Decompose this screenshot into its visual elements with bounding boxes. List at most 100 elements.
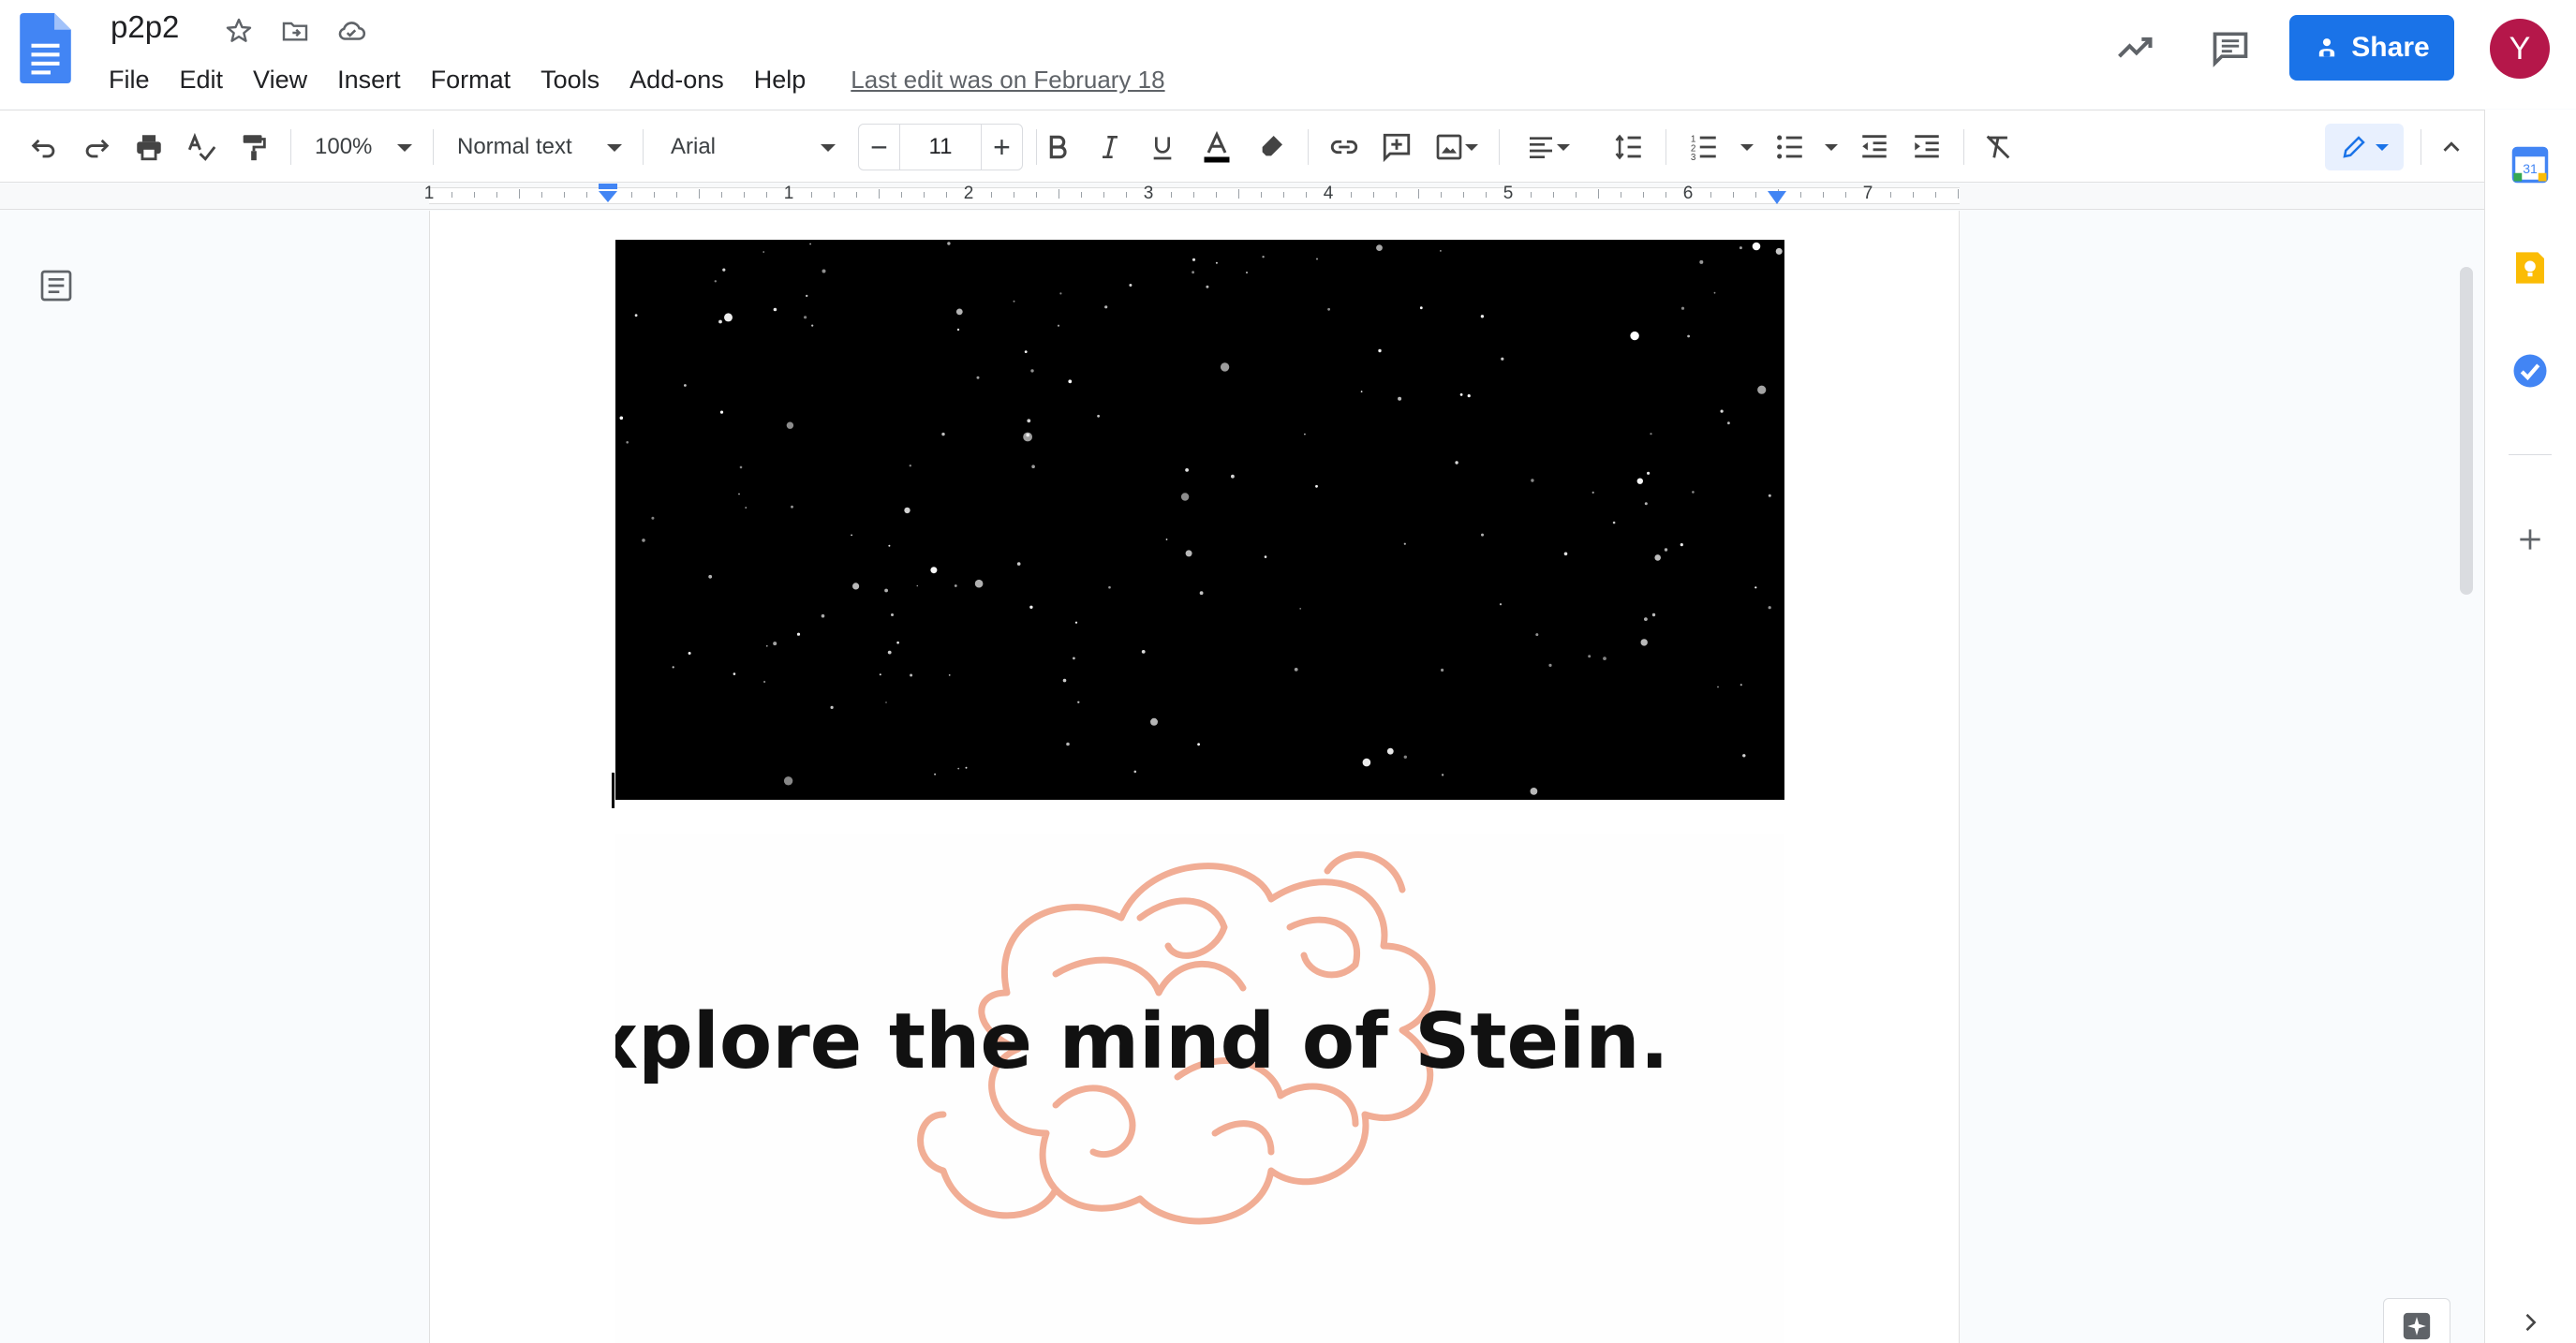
image-options-dropdown[interactable] (1458, 125, 1486, 169)
menu-tools[interactable]: Tools (529, 62, 611, 98)
menu-format[interactable]: Format (420, 62, 523, 98)
right-indent-marker-icon[interactable] (1765, 189, 1789, 208)
star (1640, 639, 1648, 646)
expand-panel-chevron-icon[interactable] (2509, 1301, 2552, 1343)
star (1654, 554, 1661, 561)
star (1720, 409, 1724, 413)
print-icon[interactable] (127, 125, 170, 169)
ruler-tick (1216, 192, 1217, 198)
paragraph-style-select[interactable]: Normal text (457, 125, 626, 169)
calendar-icon[interactable]: 31 (2509, 143, 2552, 186)
menu-view[interactable]: View (242, 62, 318, 98)
document-outline-icon[interactable] (37, 267, 75, 304)
left-indent-marker-icon[interactable] (596, 184, 620, 208)
menu-insert[interactable]: Insert (326, 62, 412, 98)
add-comment-icon[interactable] (1375, 125, 1418, 169)
font-size-input[interactable]: 11 (900, 125, 981, 170)
menu-edit[interactable]: Edit (169, 62, 235, 98)
starfield-image[interactable] (615, 240, 1784, 800)
cloud-drawing: Explore the mind of Stein. (536, 851, 1669, 1225)
editing-mode-button[interactable] (2325, 124, 2404, 170)
docs-logo-icon[interactable] (20, 13, 71, 83)
text-color-icon[interactable] (1195, 125, 1238, 169)
star (766, 645, 768, 647)
star (738, 493, 740, 495)
star-icon[interactable] (221, 13, 257, 49)
ruler-tick (1193, 192, 1194, 198)
star (1403, 755, 1407, 759)
menu-help[interactable]: Help (743, 62, 818, 98)
zoom-select[interactable]: 100% (315, 125, 416, 169)
ruler-tick (1576, 192, 1577, 198)
horizontal-ruler[interactable]: 1 1 2 3 4 5 6 7 (0, 184, 2484, 210)
explore-button[interactable] (2383, 1298, 2450, 1343)
align-options-dropdown[interactable] (1549, 125, 1577, 169)
pencil-icon (2343, 136, 2365, 158)
undo-icon[interactable] (22, 125, 66, 169)
last-edit-link[interactable]: Last edit was on February 18 (851, 66, 1164, 95)
star (1651, 612, 1656, 617)
vertical-scrollbar[interactable] (2460, 267, 2473, 595)
star (1480, 315, 1485, 318)
star (811, 324, 814, 327)
line-spacing-icon[interactable] (1607, 125, 1651, 169)
decrease-indent-icon[interactable] (1853, 125, 1896, 169)
star (1304, 433, 1306, 435)
ruler-tick (1913, 192, 1914, 198)
ruler-tick (1643, 192, 1644, 198)
ruler-tick (1553, 192, 1554, 198)
cloud-saved-icon[interactable] (333, 13, 369, 49)
hide-menus-chevron-up-icon[interactable] (2430, 125, 2473, 169)
star (1185, 550, 1192, 557)
decrease-font-size-button[interactable]: − (859, 125, 900, 170)
star (885, 701, 887, 703)
star (1644, 502, 1648, 506)
bold-icon[interactable] (1036, 125, 1079, 169)
ruler-tick (631, 192, 632, 198)
star (642, 539, 645, 542)
paint-format-icon[interactable] (232, 125, 275, 169)
tasks-icon[interactable] (2509, 349, 2552, 392)
highlight-color-icon[interactable] (1250, 125, 1293, 169)
ruler-tick (586, 192, 587, 198)
star (626, 441, 629, 444)
numbered-list-icon[interactable]: 123 (1682, 125, 1725, 169)
numbered-list-dropdown[interactable] (1733, 125, 1761, 169)
move-to-folder-icon[interactable] (277, 13, 313, 49)
add-addon-plus-icon[interactable] (2509, 518, 2552, 561)
star (719, 410, 724, 414)
document-canvas[interactable]: Explore the mind of Stein. (0, 211, 2484, 1343)
menu-add-ons[interactable]: Add-ons (618, 62, 735, 98)
activity-trend-icon[interactable] (2108, 21, 2162, 75)
redo-icon[interactable] (75, 125, 118, 169)
bulleted-list-icon[interactable] (1769, 125, 1812, 169)
document-page[interactable]: Explore the mind of Stein. (429, 211, 1960, 1343)
star (1754, 586, 1757, 589)
bulleted-list-dropdown[interactable] (1817, 125, 1845, 169)
star (1775, 247, 1783, 255)
ruler-tick (1531, 192, 1532, 198)
italic-icon[interactable] (1088, 125, 1132, 169)
star (1752, 242, 1761, 251)
explore-sparkle-icon (2403, 1312, 2431, 1340)
document-title[interactable]: p2p2 (111, 9, 179, 45)
star (714, 280, 717, 283)
comments-icon[interactable] (2203, 21, 2258, 75)
underline-icon[interactable] (1141, 125, 1184, 169)
star (1129, 284, 1133, 287)
menu-file[interactable]: File (97, 62, 161, 98)
star (1548, 663, 1552, 667)
share-button[interactable]: Share (2289, 15, 2454, 81)
font-select[interactable]: Arial (671, 125, 839, 169)
account-avatar[interactable]: Y (2490, 19, 2550, 79)
cloud-sketch-image[interactable]: Explore the mind of Stein. (536, 834, 1784, 1343)
spellcheck-icon[interactable] (180, 125, 223, 169)
increase-indent-icon[interactable] (1905, 125, 1948, 169)
keep-icon[interactable] (2509, 246, 2552, 289)
zoom-value: 100% (315, 134, 373, 159)
ruler-tick (1486, 192, 1487, 198)
insert-link-icon[interactable] (1323, 125, 1366, 169)
side-panel: 31 (2484, 110, 2576, 1343)
clear-formatting-icon[interactable] (1976, 125, 2020, 169)
increase-font-size-button[interactable]: + (981, 125, 1022, 170)
